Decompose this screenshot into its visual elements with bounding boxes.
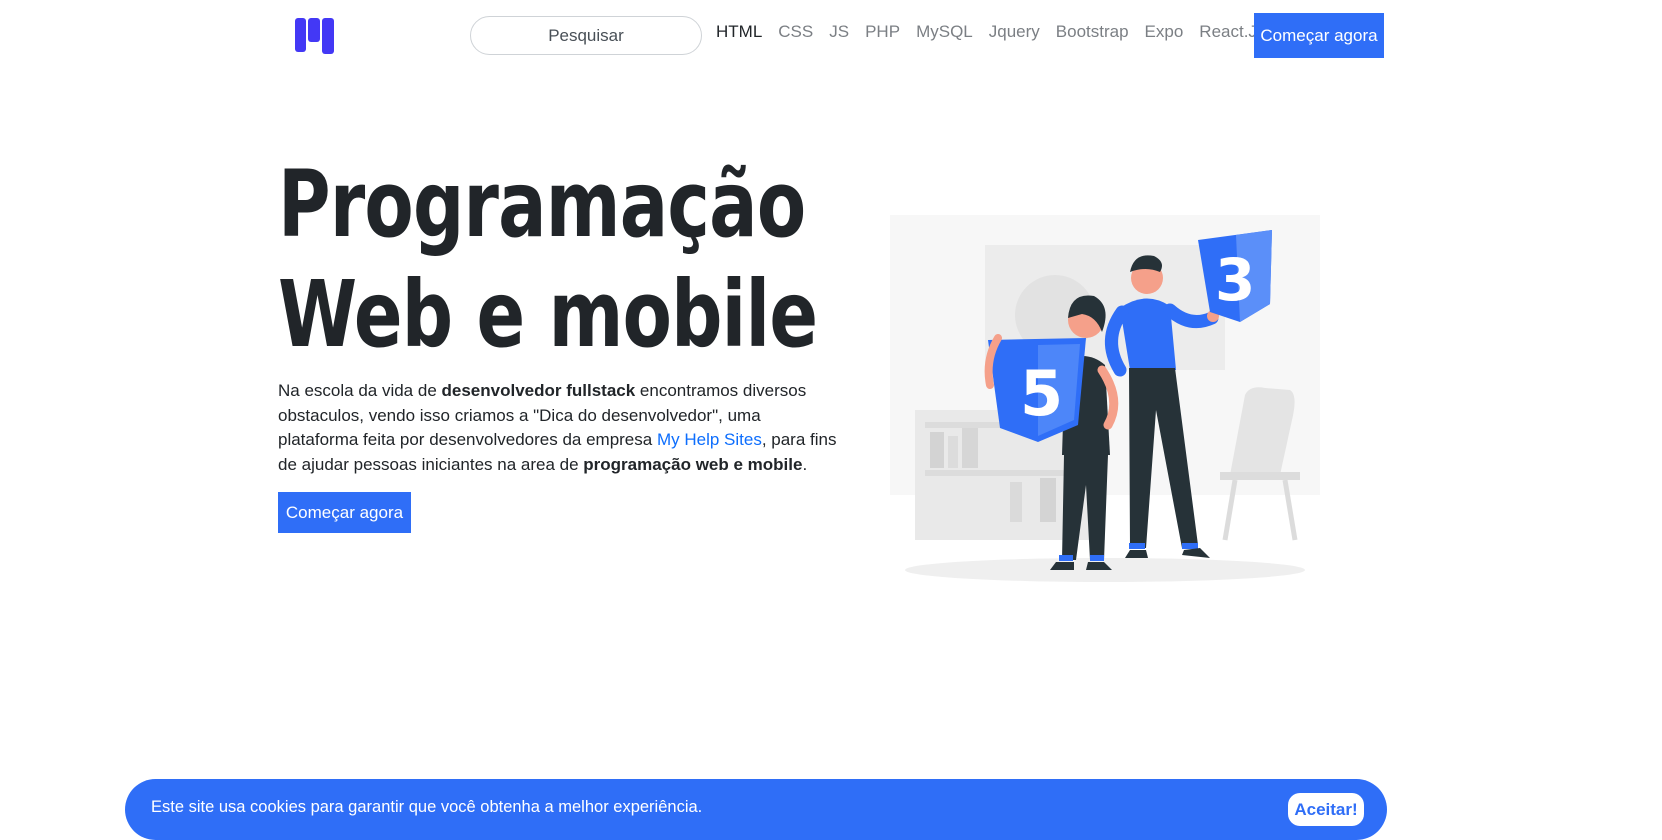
html5-badge-label: 5 [1020, 357, 1063, 430]
hero-description: Na escola da vida de desenvolvedor fulls… [278, 379, 838, 477]
cookie-banner: Este site usa cookies para garantir que … [125, 779, 1387, 840]
search-input[interactable] [470, 16, 702, 55]
hero-text-part: Na escola da vida de [278, 381, 442, 400]
nav-link-expo[interactable]: Expo [1145, 22, 1184, 42]
hero-title-line-2: Web e mobile [278, 261, 818, 368]
hero-text-bold: desenvolvedor fullstack [441, 381, 636, 400]
nav-link-mysql[interactable]: MySQL [916, 22, 973, 42]
html5-badge: 5 [988, 338, 1086, 442]
nav-link-html[interactable]: HTML [716, 22, 762, 42]
hero-start-now-button[interactable]: Começar agora [278, 492, 411, 533]
my-help-sites-link[interactable]: My Help Sites [657, 430, 762, 449]
developers-illustration: 5 3 [890, 215, 1320, 582]
nav-link-js[interactable]: JS [829, 22, 849, 42]
nav-link-css[interactable]: CSS [778, 22, 813, 42]
cookie-banner-text: Este site usa cookies para garantir que … [151, 798, 703, 816]
hero-title: Programação Web e mobile [278, 150, 818, 370]
accept-cookies-button[interactable]: Aceitar! [1288, 793, 1364, 826]
nav-link-jquery[interactable]: Jquery [989, 22, 1040, 42]
nav-link-bootstrap[interactable]: Bootstrap [1056, 22, 1129, 42]
hero-text-part: . [802, 454, 808, 474]
hero-text-bold: programação web e mobile [583, 454, 803, 474]
nav-start-now-button[interactable]: Começar agora [1254, 13, 1384, 58]
nav-link-php[interactable]: PHP [865, 22, 900, 42]
css3-badge-label: 3 [1215, 246, 1255, 314]
nav-links: HTML CSS JS PHP MySQL Jquery Bootstrap E… [716, 22, 1281, 42]
hero-title-line-1: Programação [278, 151, 806, 258]
brand-logo-icon[interactable] [295, 17, 335, 55]
navbar: HTML CSS JS PHP MySQL Jquery Bootstrap E… [0, 0, 1662, 70]
